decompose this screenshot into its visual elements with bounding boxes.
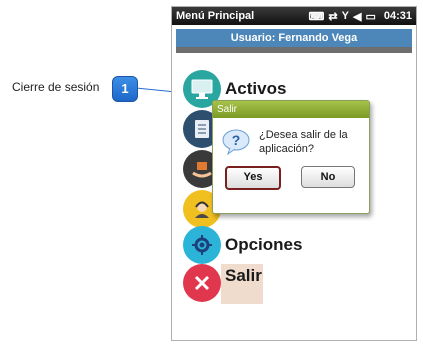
user-banner: Usuario: Fernando Vega (176, 29, 412, 47)
battery-icon[interactable]: ▭ (365, 10, 375, 23)
exit-dialog: Salir ? ¿Desea salir de la aplicación? Y… (212, 100, 370, 214)
svg-text:?: ? (232, 132, 241, 148)
sync-icon[interactable]: ⇄ (328, 10, 337, 23)
keyboard-icon[interactable]: ⌨ (309, 10, 325, 23)
no-signal-icon[interactable]: Y (342, 10, 349, 22)
dialog-message: ¿Desea salir de la aplicación? (259, 129, 348, 155)
yes-button[interactable]: Yes (225, 166, 281, 190)
annotation-badge: 1 (112, 76, 138, 102)
status-bar: Menú Principal ⌨ ⇄ Y ◀ ▭ 04:31 (172, 7, 416, 25)
clock: 04:31 (383, 10, 412, 22)
menu-item-label: Activos (225, 79, 287, 98)
menu-item-label: Opciones (225, 235, 303, 254)
volume-icon[interactable]: ◀ (353, 10, 361, 23)
dialog-title: Salir (213, 101, 369, 118)
gear-icon (183, 226, 221, 264)
menu-item-salir[interactable]: Salir (183, 264, 262, 302)
user-banner-shadow (176, 47, 412, 53)
window-title: Menú Principal (176, 10, 255, 22)
menu-item-opciones[interactable]: Opciones (183, 226, 302, 264)
question-icon: ? (221, 128, 251, 156)
menu-item-label: Salir (225, 266, 262, 285)
close-icon (183, 264, 221, 302)
no-button[interactable]: No (301, 166, 355, 188)
annotation-label: Cierre de sesión (12, 80, 100, 94)
